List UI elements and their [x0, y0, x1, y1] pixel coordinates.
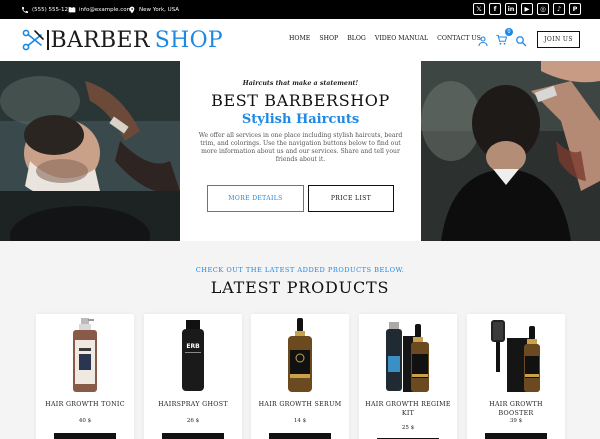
product-card-hair-growth-regime-kit[interactable]: HAIR GROWTH REGIME KIT 25 $	[359, 314, 457, 439]
youtube-icon[interactable]: ▶	[521, 3, 533, 15]
site-header: BARBER SHOP HOME SHOP BLOG VIDEO MANUAL …	[0, 19, 600, 61]
product-name: HAIRSPRAY GHOST	[158, 401, 228, 408]
hero-description: We offer all services in one place inclu…	[198, 132, 403, 163]
map-pin-icon	[129, 6, 135, 13]
product-card-hair-growth-booster[interactable]: HAIR GROWTH BOOSTER 39 $	[467, 314, 565, 439]
barber-tools-icon	[22, 29, 44, 51]
product-card-hair-growth-tonic[interactable]: HAIR GROWTH TONIC 40 $	[36, 314, 134, 439]
cart-button[interactable]: 0	[496, 28, 513, 50]
product-image-hairspray: ERB	[182, 320, 204, 391]
add-to-cart-button[interactable]	[269, 433, 331, 439]
add-to-cart-button[interactable]	[485, 433, 547, 439]
email-address: info@example.com	[79, 6, 132, 13]
linkedin-icon[interactable]: in	[505, 3, 517, 15]
product-card-hairspray-ghost[interactable]: ERB HAIRSPRAY GHOST 26 $	[144, 314, 242, 439]
logo-word-shop: SHOP	[154, 27, 224, 53]
product-price: 14 $	[293, 418, 307, 424]
product-price: 40 $	[78, 418, 92, 424]
product-name: HAIR GROWTH REGIME KIT	[365, 401, 451, 417]
hero-tagline: Haircuts that make a statement!	[242, 80, 359, 87]
tiktok-icon[interactable]: ♪	[553, 3, 565, 15]
header-icons: 0	[477, 28, 527, 50]
logo-word-barber: BARBER	[50, 27, 150, 53]
site-logo[interactable]: BARBER SHOP	[21, 27, 224, 53]
nav-blog[interactable]: BLOG	[347, 35, 366, 42]
instagram-icon[interactable]: ◎	[537, 3, 549, 15]
phone-icon	[22, 6, 28, 13]
products-kicker: CHECK OUT THE LATEST ADDED PRODUCTS BELO…	[195, 266, 405, 274]
facebook-icon[interactable]: f	[489, 3, 501, 15]
user-icon[interactable]	[477, 35, 489, 47]
product-name: HAIR GROWTH BOOSTER	[489, 401, 543, 417]
more-details-button[interactable]: MORE DETAILS	[207, 185, 304, 212]
main-nav: HOME SHOP BLOG VIDEO MANUAL CONTACT US	[289, 35, 481, 42]
location-text: New York, USA	[139, 6, 180, 13]
join-us-button[interactable]: JOIN US	[537, 31, 580, 48]
product-image-tonic	[73, 318, 97, 392]
cart-icon	[496, 35, 508, 45]
product-card-hair-growth-serum[interactable]: HAIR GROWTH SERUM 14 $	[251, 314, 349, 439]
product-name: HAIR GROWTH SERUM	[258, 401, 342, 408]
search-icon[interactable]	[515, 35, 527, 47]
phone-contact[interactable]: (555) 555-1234	[21, 0, 75, 19]
product-price: 25 $	[401, 425, 415, 431]
hero-section: Haircuts that make a statement! BEST BAR…	[0, 61, 600, 241]
nav-video-manual[interactable]: VIDEO MANUAL	[375, 35, 428, 42]
add-to-cart-button[interactable]	[162, 433, 224, 439]
product-price: 39 $	[509, 418, 523, 424]
hero-subtitle: Stylish Haircuts	[241, 112, 360, 127]
product-image-regime-kit	[386, 322, 429, 392]
add-to-cart-button[interactable]	[54, 433, 116, 439]
product-image-serum	[288, 318, 312, 392]
social-links: 𝕏 f in ▶ ◎ ♪ P	[473, 3, 581, 15]
product-name: HAIR GROWTH TONIC	[45, 401, 125, 408]
nav-home[interactable]: HOME	[289, 35, 310, 42]
top-bar: (555) 555-1234 info@example.com New York…	[0, 0, 600, 19]
location-contact: New York, USA	[128, 0, 179, 19]
product-price: 26 $	[186, 418, 200, 424]
pinterest-icon[interactable]: P	[569, 3, 581, 15]
product-image-booster	[491, 320, 540, 392]
cart-count-badge: 0	[505, 28, 513, 36]
hero-title: BEST BARBERSHOP	[211, 91, 390, 110]
nav-contact-us[interactable]: CONTACT US	[437, 35, 481, 42]
hero-content: Haircuts that make a statement! BEST BAR…	[180, 61, 421, 241]
price-list-button[interactable]: PRICE LIST	[308, 185, 394, 212]
mail-icon	[68, 7, 76, 12]
svg-text:ERB: ERB	[186, 343, 200, 350]
email-contact[interactable]: info@example.com	[68, 0, 132, 19]
x-icon[interactable]: 𝕏	[473, 3, 485, 15]
products-title: LATEST PRODUCTS	[210, 278, 390, 297]
logo-divider	[47, 30, 49, 50]
hero-image-clipper	[421, 61, 600, 241]
nav-shop[interactable]: SHOP	[319, 35, 338, 42]
hero-image-beard-trim	[0, 61, 180, 241]
